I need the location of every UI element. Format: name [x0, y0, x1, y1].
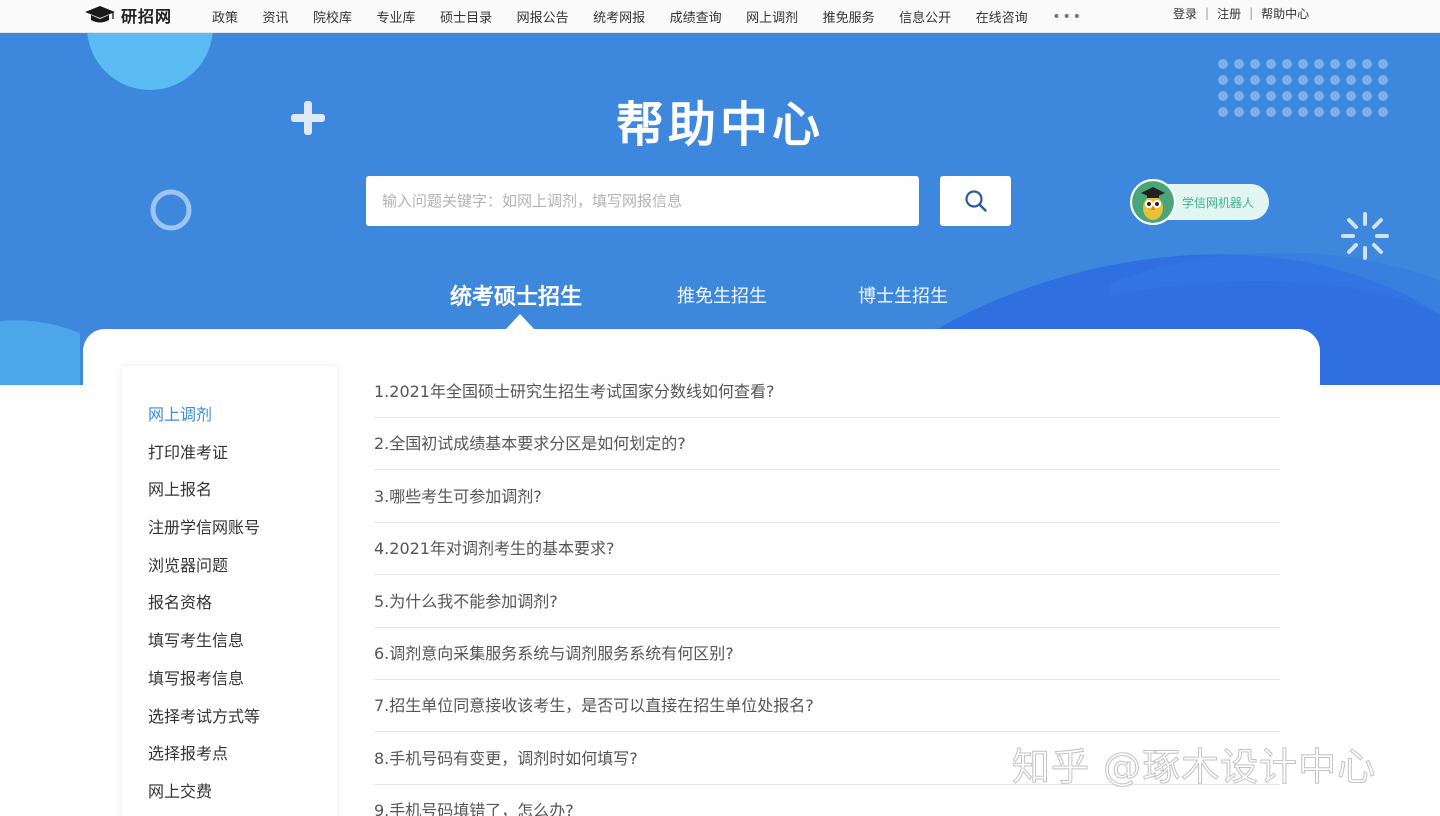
logo-text: 研招网: [121, 7, 173, 26]
nav-item-consult[interactable]: 在线咨询: [976, 7, 1028, 26]
separator: |: [1205, 6, 1210, 20]
more-menu-icon[interactable]: •••: [1052, 9, 1083, 25]
chat-robot-button[interactable]: 学信网机器人: [1130, 179, 1270, 225]
top-navbar: 研招网 政策 资讯 院校库 专业库 硕士目录 网报公告 统考网报 成绩查询 网上…: [0, 0, 1440, 33]
active-tab-indicator: [506, 314, 534, 329]
nav-item-adjustment[interactable]: 网上调剂: [746, 7, 798, 26]
faq-item[interactable]: 3.哪些考生可参加调剂?: [374, 471, 1280, 523]
account-links: 登录 | 注册 | 帮助中心: [1173, 0, 1309, 26]
owl-mascot-icon: [1132, 181, 1174, 223]
faq-item[interactable]: 2.全国初试成绩基本要求分区是如何划定的?: [374, 418, 1280, 470]
nav-item-disclosure[interactable]: 信息公开: [899, 7, 951, 26]
tab-unified-master[interactable]: 统考硕士招生: [450, 279, 582, 311]
search-icon: [964, 190, 987, 212]
nav-item-news[interactable]: 资讯: [263, 7, 289, 26]
sparkle-icon: [1341, 212, 1389, 260]
sidebar-item-exam-method[interactable]: 选择考试方式等: [148, 703, 260, 727]
register-link[interactable]: 注册: [1217, 5, 1241, 22]
tab-doctoral[interactable]: 博士生招生: [858, 282, 948, 308]
sidebar-item-exam-site[interactable]: 选择报考点: [148, 740, 228, 764]
nav-item-announcements[interactable]: 网报公告: [517, 7, 569, 26]
sidebar-item-adjustment[interactable]: 网上调剂: [148, 401, 212, 425]
nav-item-schools[interactable]: 院校库: [313, 7, 352, 26]
ring-icon: [150, 189, 192, 231]
nav-item-majors[interactable]: 专业库: [377, 7, 416, 26]
robot-avatar: [1130, 179, 1176, 225]
help-center-link[interactable]: 帮助中心: [1261, 5, 1309, 22]
tab-exempt-student[interactable]: 推免生招生: [677, 282, 767, 308]
faq-item[interactable]: 4.2021年对调剂考生的基本要求?: [374, 523, 1280, 575]
faq-item[interactable]: 1.2021年全国硕士研究生招生考试国家分数线如何查看?: [374, 366, 1280, 418]
site-logo[interactable]: 研招网: [84, 4, 172, 26]
nav-item-exemption[interactable]: 推免服务: [823, 7, 875, 26]
search-input[interactable]: [366, 176, 919, 226]
faq-item[interactable]: 6.调剂意向采集服务系统与调剂服务系统有何区别?: [374, 628, 1280, 680]
nav-item-catalog[interactable]: 硕士目录: [440, 7, 492, 26]
sidebar-item-browser[interactable]: 浏览器问题: [148, 552, 228, 576]
watermark-text: 知乎 @琢木设计中心: [1011, 745, 1377, 790]
sidebar-item-eligibility[interactable]: 报名资格: [148, 589, 212, 613]
sidebar-item-account[interactable]: 注册学信网账号: [148, 514, 260, 538]
login-link[interactable]: 登录: [1173, 5, 1197, 22]
faq-item[interactable]: 5.为什么我不能参加调剂?: [374, 576, 1280, 628]
page-title: 帮助中心: [615, 97, 824, 153]
sidebar-item-application-info[interactable]: 填写报考信息: [148, 665, 244, 689]
robot-label: 学信网机器人: [1182, 196, 1255, 210]
nav-item-registration[interactable]: 统考网报: [593, 7, 645, 26]
sidebar-item-payment[interactable]: 网上交费: [148, 778, 212, 802]
main-menu: 政策 资讯 院校库 专业库 硕士目录 网报公告 统考网报 成绩查询 网上调剂 推…: [212, 0, 1083, 33]
faq-item[interactable]: 7.招生单位同意接收该考生，是否可以直接在招生单位处报名?: [374, 680, 1280, 732]
graduation-cap-icon: [85, 6, 115, 23]
sidebar-item-candidate-info[interactable]: 填写考生信息: [148, 627, 244, 651]
sidebar-item-admission-ticket[interactable]: 打印准考证: [148, 439, 228, 463]
nav-item-scores[interactable]: 成绩查询: [670, 7, 722, 26]
separator: |: [1249, 6, 1254, 20]
category-sidebar: 网上调剂 打印准考证 网上报名 注册学信网账号 浏览器问题 报名资格 填写考生信…: [122, 366, 337, 816]
nav-item-policy[interactable]: 政策: [212, 7, 238, 26]
search-button[interactable]: [940, 176, 1011, 226]
sidebar-item-online-registration[interactable]: 网上报名: [148, 476, 212, 500]
